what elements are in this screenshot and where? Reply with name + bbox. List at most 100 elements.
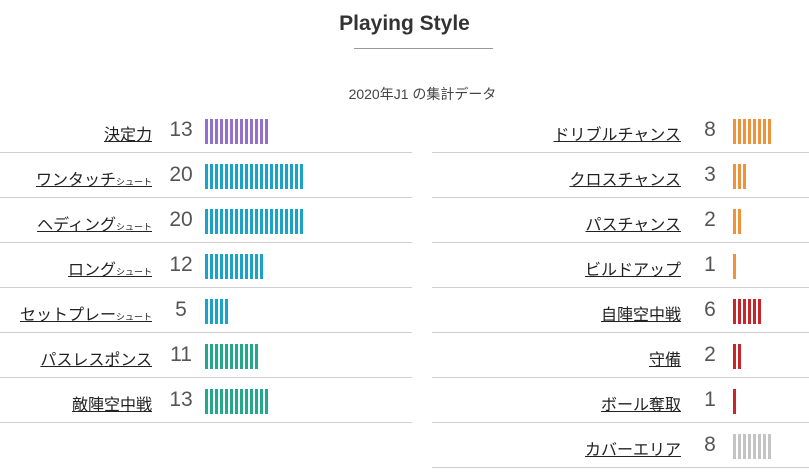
stat-bar-tick [235, 344, 238, 369]
stat-bar-tick [235, 119, 238, 144]
stat-bar-tick [220, 254, 223, 279]
stat-bar-tick [758, 299, 761, 324]
stat-bar-tick [255, 209, 258, 234]
stat-label-link[interactable]: カバーエリア [585, 436, 681, 460]
stat-label-link[interactable]: 敵陣空中戦 [72, 391, 152, 415]
stat-row: ドリブルチャンス 8 [432, 108, 809, 153]
stat-bar-tick [245, 164, 248, 189]
stat-value: 20 [169, 208, 193, 231]
stat-label-link[interactable]: ワンタッチシュート [36, 166, 152, 190]
stat-label-text: 敵陣空中戦 [71, 397, 152, 414]
stat-value: 2 [704, 208, 716, 231]
stat-bar-tick [205, 209, 208, 234]
stat-label-text: 自陣空中戦 [600, 307, 681, 324]
stat-bar-tick [220, 344, 223, 369]
stat-bar-tick [215, 164, 218, 189]
stat-bar-tick [210, 389, 213, 414]
stat-label-link[interactable]: ビルドアップ [585, 256, 681, 280]
stat-bar-tick [240, 254, 243, 279]
stat-bar-tick [748, 299, 751, 324]
stat-value: 1 [704, 388, 716, 411]
stat-bar-tick [220, 164, 223, 189]
stat-value: 2 [704, 343, 716, 366]
stat-row: ヘディングシュート 20 [0, 198, 412, 243]
stat-bar-tick [743, 119, 746, 144]
stat-bar-tick [205, 254, 208, 279]
stat-bar-tick [255, 254, 258, 279]
stat-label-link[interactable]: ボール奪取 [601, 391, 681, 415]
stat-bar-tick [235, 389, 238, 414]
stat-bar-tick [738, 344, 741, 369]
stat-label-text: 守備 [648, 352, 681, 369]
stat-bar-meter [733, 254, 736, 279]
stat-value: 11 [170, 343, 192, 366]
stat-bar-tick [205, 389, 208, 414]
stat-label-link[interactable]: セットプレーシュート [20, 301, 152, 325]
stat-bar-tick [255, 344, 258, 369]
stat-bar-tick [285, 209, 288, 234]
stat-bar-tick [240, 209, 243, 234]
stat-bar-tick [255, 164, 258, 189]
stat-row: 自陣空中戦 6 [432, 288, 809, 333]
stat-label-text: カバーエリア [584, 442, 681, 459]
stat-bar-tick [210, 299, 213, 324]
stat-label-link[interactable]: ドリブルチャンス [553, 121, 681, 145]
stat-bar-tick [738, 434, 741, 459]
stat-bar-tick [733, 164, 736, 189]
stat-bar-tick [210, 164, 213, 189]
stat-label-link[interactable]: 自陣空中戦 [601, 301, 681, 325]
stat-label-link[interactable]: クロスチャンス [569, 166, 681, 190]
stat-label-suffix: シュート [115, 267, 152, 277]
stat-label-link[interactable]: ヘディングシュート [37, 211, 152, 235]
stat-bar-tick [733, 344, 736, 369]
stat-label-suffix: シュート [115, 312, 152, 322]
stat-label-text: ワンタッチ [35, 172, 116, 189]
stat-bar-tick [743, 299, 746, 324]
stat-bar-tick [743, 164, 746, 189]
stat-label-link[interactable]: パスチャンス [585, 211, 681, 235]
stat-row: ビルドアップ 1 [432, 243, 809, 288]
stat-bar-tick [738, 299, 741, 324]
stat-bar-meter [205, 209, 303, 234]
stat-bar-tick [295, 209, 298, 234]
stat-value: 1 [704, 253, 716, 276]
stat-row: ワンタッチシュート 20 [0, 153, 412, 198]
stat-bar-tick [210, 254, 213, 279]
stat-bar-tick [230, 164, 233, 189]
stat-bar-tick [210, 344, 213, 369]
stat-bar-meter [205, 344, 258, 369]
stat-bar-tick [280, 164, 283, 189]
stat-label-link[interactable]: 決定力 [104, 121, 152, 145]
stat-bar-meter [733, 434, 771, 459]
stat-label-text: パスチャンス [585, 217, 681, 234]
stat-bar-tick [240, 344, 243, 369]
stat-bar-tick [250, 344, 253, 369]
stat-bar-tick [205, 344, 208, 369]
stat-bar-tick [225, 254, 228, 279]
stat-label-link[interactable]: ロングシュート [68, 256, 152, 280]
stat-bar-tick [250, 254, 253, 279]
stat-value: 6 [704, 298, 716, 321]
stat-row: セットプレーシュート 5 [0, 288, 412, 333]
stat-bar-tick [753, 434, 756, 459]
stat-bar-tick [230, 254, 233, 279]
stat-bar-tick [245, 389, 248, 414]
stat-value: 3 [704, 163, 716, 186]
stat-label-text: クロスチャンス [569, 172, 681, 189]
stat-label-link[interactable]: 守備 [649, 346, 681, 370]
stat-bar-tick [240, 389, 243, 414]
stat-bar-tick [290, 209, 293, 234]
left-stats-column: 決定力 13 ワンタッチシュート 20 ヘディングシュート 20 ロングシュート 12 セットプ… [0, 108, 412, 423]
stat-bar-tick [280, 209, 283, 234]
stat-bar-tick [215, 389, 218, 414]
stat-bar-tick [733, 209, 736, 234]
stat-bar-tick [250, 389, 253, 414]
stat-bar-tick [738, 164, 741, 189]
stat-bar-meter [205, 254, 263, 279]
subtitle: 2020年J1 の集計データ [348, 86, 497, 102]
stat-bar-tick [245, 119, 248, 144]
page-title: Playing Style [339, 12, 470, 35]
stat-label-link[interactable]: パスレスポンス [40, 346, 152, 370]
stat-bar-tick [220, 209, 223, 234]
stat-bar-tick [225, 344, 228, 369]
